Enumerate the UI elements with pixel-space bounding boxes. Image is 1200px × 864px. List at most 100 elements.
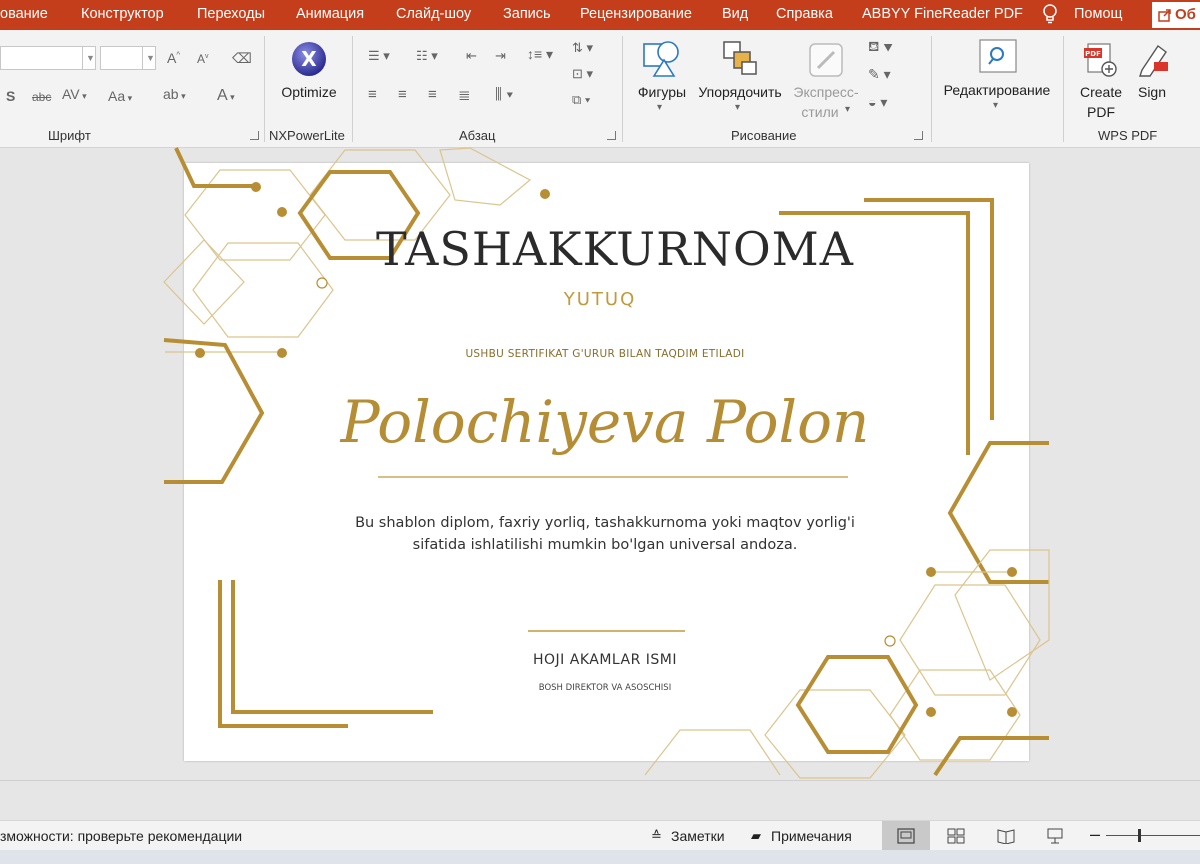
optimize-button[interactable]: Optimize: [276, 84, 342, 100]
decrease-indent-icon[interactable]: ⇤: [466, 48, 477, 64]
menu-tab-abbyy[interactable]: ABBYY FineReader PDF: [862, 6, 1023, 22]
clear-format-icon[interactable]: ⌫: [232, 50, 252, 67]
windows-taskbar: [0, 850, 1200, 864]
smartart-icon[interactable]: ⧉ ▾: [572, 92, 590, 108]
bullets-icon[interactable]: ☰ ▾: [368, 48, 390, 64]
share-icon: [1158, 9, 1171, 22]
sign-button[interactable]: Sign: [1130, 84, 1174, 100]
svg-text:X: X: [301, 47, 317, 71]
certificate-title[interactable]: TASHAKKURNOMA: [340, 222, 890, 276]
align-center-icon[interactable]: ≡: [398, 86, 407, 103]
change-case-icon[interactable]: Aa ▾: [108, 88, 132, 104]
reading-view-icon[interactable]: [997, 828, 1015, 844]
quick-styles-label-1[interactable]: Экспресс-: [788, 84, 864, 100]
sign-icon[interactable]: [1136, 40, 1172, 78]
align-right-icon[interactable]: ≡: [428, 86, 437, 103]
menu-tab-help[interactable]: Справка: [776, 6, 833, 22]
menu-tab-constructor[interactable]: Конструктор: [81, 6, 164, 22]
shape-effects-icon[interactable]: ◒ ▾: [868, 94, 887, 111]
editing-dropdown-icon[interactable]: ▾: [993, 100, 998, 111]
separator: [264, 36, 265, 142]
grow-font-icon[interactable]: A^: [167, 50, 180, 66]
group-label-paragraph: Абзац: [459, 128, 496, 143]
shapes-dropdown-icon[interactable]: ▾: [657, 102, 662, 113]
font-size-dropdown[interactable]: ▼: [142, 47, 156, 69]
shape-fill-icon[interactable]: ⛾ ▾: [868, 38, 893, 57]
signer-role[interactable]: BOSH DIREKTOR VA ASOSCHISI: [480, 683, 730, 693]
menu-tab-design[interactable]: ование: [0, 6, 48, 22]
menu-tab-animation[interactable]: Анимация: [296, 6, 364, 22]
group-label-nxpowerlite: NXPowerLite: [269, 128, 345, 143]
presented-text[interactable]: USHBU SERTIFIKAT G'URUR BILAN TAQDIM ETI…: [420, 348, 790, 360]
slide-sorter-icon[interactable]: [947, 828, 965, 844]
numbering-icon[interactable]: ☷ ▾: [416, 48, 438, 64]
shapes-icon[interactable]: [640, 38, 682, 80]
group-label-font: Шрифт: [48, 128, 91, 143]
share-label: Об: [1175, 6, 1196, 23]
separator: [931, 36, 932, 142]
certificate-subtitle[interactable]: YUTUQ: [470, 289, 730, 310]
shapes-button[interactable]: Фигуры: [632, 84, 692, 100]
tell-me-search[interactable]: Помощ: [1074, 6, 1122, 22]
columns-icon[interactable]: ⫼ ▾: [495, 86, 513, 103]
create-pdf-label-1[interactable]: Create: [1076, 84, 1126, 100]
comments-icon: ▰: [751, 828, 761, 843]
quick-styles-icon[interactable]: [806, 40, 846, 80]
recipient-name[interactable]: Polochiyeva Polon: [310, 388, 900, 456]
editing-button[interactable]: Редактирование: [938, 82, 1056, 98]
share-button[interactable]: Об: [1152, 2, 1200, 28]
lightbulb-icon[interactable]: [1041, 3, 1059, 25]
align-left-icon[interactable]: ≡: [368, 86, 377, 103]
separator: [1063, 36, 1064, 142]
font-dialog-launcher[interactable]: [250, 131, 259, 140]
zoom-slider[interactable]: [1106, 835, 1200, 836]
align-text-icon[interactable]: ⊡ ▾: [572, 66, 593, 82]
notes-button[interactable]: Заметки: [671, 828, 725, 844]
certificate-body[interactable]: Bu shablon diplom, faxriy yorliq, tashak…: [320, 512, 890, 556]
strikethrough-icon[interactable]: abc: [32, 90, 51, 104]
separator: [622, 36, 623, 142]
create-pdf-label-2[interactable]: PDF: [1076, 104, 1126, 120]
drawing-dialog-launcher[interactable]: [914, 131, 923, 140]
group-label-wps: WPS PDF: [1098, 128, 1158, 143]
quick-styles-dropdown-icon[interactable]: ▾: [845, 104, 850, 115]
menu-bar: ование Конструктор Переходы Анимация Сла…: [0, 0, 1200, 30]
comments-button[interactable]: Примечания: [771, 828, 852, 844]
menu-tab-slideshow[interactable]: Слайд-шоу: [396, 6, 471, 22]
shrink-font-icon[interactable]: Av: [197, 52, 209, 66]
justify-icon[interactable]: ≣: [458, 86, 471, 104]
font-name-dropdown[interactable]: ▼: [82, 47, 96, 69]
menu-tab-transitions[interactable]: Переходы: [197, 6, 265, 22]
optimize-icon[interactable]: X: [290, 40, 328, 78]
arrange-dropdown-icon[interactable]: ▾: [735, 102, 740, 113]
create-pdf-icon[interactable]: PDF: [1084, 42, 1118, 78]
shadow-text-icon[interactable]: S: [6, 88, 15, 104]
menu-tab-view[interactable]: Вид: [722, 6, 748, 22]
text-direction-icon[interactable]: ⇅ ▾: [572, 40, 593, 56]
zoom-slider-thumb[interactable]: [1138, 829, 1141, 842]
separator: [352, 36, 353, 142]
normal-view-button[interactable]: [882, 821, 930, 851]
paragraph-dialog-launcher[interactable]: [607, 131, 616, 140]
menu-tab-record[interactable]: Запись: [503, 6, 551, 22]
editing-icon[interactable]: [978, 38, 1018, 74]
font-color-icon[interactable]: A ▾: [217, 87, 235, 105]
zoom-out-icon[interactable]: –: [1090, 824, 1100, 845]
char-spacing-icon[interactable]: AV ▾: [62, 86, 87, 102]
highlight-icon[interactable]: ab ▾: [163, 86, 186, 102]
notes-icon: ≙: [651, 828, 662, 843]
group-label-drawing: Рисование: [731, 128, 797, 143]
arrange-button[interactable]: Упорядочить: [694, 84, 786, 100]
arrange-icon[interactable]: [720, 38, 760, 78]
menu-tab-review[interactable]: Рецензирование: [580, 6, 692, 22]
signer-name[interactable]: HOJI AKAMLAR ISMI: [480, 652, 730, 668]
increase-indent-icon[interactable]: ⇥: [495, 48, 506, 64]
quick-styles-label-2[interactable]: стили: [795, 104, 845, 120]
horizontal-scroll-area[interactable]: [0, 780, 1200, 820]
body-line-2: sifatida ishlatilishi mumkin bo'lgan uni…: [412, 537, 798, 553]
normal-view-icon: [897, 828, 915, 844]
slideshow-view-icon[interactable]: [1046, 827, 1064, 845]
line-spacing-icon[interactable]: ↕≡ ▾: [527, 46, 553, 63]
accessibility-status[interactable]: зможности: проверьте рекомендации: [0, 828, 242, 844]
shape-outline-icon[interactable]: ✎ ▾: [868, 66, 891, 83]
